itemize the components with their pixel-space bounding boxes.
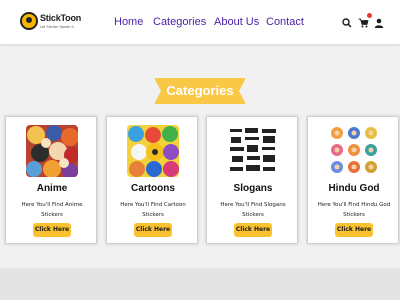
category-card-anime: Anime Here You'll Find Anime Stickers Cl… [5,116,97,244]
nav-link-contact[interactable]: Contact [266,16,304,28]
card-description: Here You'll Find Hindu God Stickers [317,202,391,218]
brand-logo[interactable]: StickToon Let Sticker Speak it [20,12,81,34]
cartoons-collage-image [127,125,179,177]
card-description: Here You'll Find Cartoon Stickers [120,202,186,218]
logo-mark-icon [20,12,38,30]
hindu-god-collage-image [328,125,380,177]
card-title: Slogans [233,183,273,194]
card-title: Hindu God [328,183,380,194]
category-card-cartoons: Cartoons Here You'll Find Cartoon Sticke… [106,116,198,244]
card-title: Anime [36,183,68,194]
categories-heading-ribbon: Categories [154,78,246,104]
nav-link-home[interactable]: Home [114,16,143,28]
card-description: Here You'll Find Anime Stickers [21,202,83,218]
category-card-slogans: Slogans Here You'll Find Slogans Sticker… [206,116,298,244]
click-here-button[interactable]: Click Here [33,223,71,237]
footer-strip [0,268,400,300]
search-icon[interactable] [340,16,354,30]
category-card-hindu-god: Hindu God Here You'll Find Hindu God Sti… [307,116,399,244]
anime-collage-image [26,125,78,177]
user-icon[interactable] [372,16,386,30]
card-title: Cartoons [131,183,175,194]
brand-name: StickToon [40,13,82,23]
click-here-button[interactable]: Click Here [335,223,373,237]
nav-link-categories[interactable]: Categories [153,16,206,28]
click-here-button[interactable]: Click Here [234,223,272,237]
nav-link-about-us[interactable]: About Us [214,16,259,28]
slogans-collage-image [227,125,279,177]
navbar: StickToon Let Sticker Speak it Home Cate… [0,0,400,44]
brand-tagline: Let Sticker Speak it [40,25,74,29]
section-heading: Categories [166,83,234,98]
cart-icon[interactable] [356,13,372,30]
card-description: Here You'll Find Slogans Stickers [220,202,286,218]
click-here-button[interactable]: Click Here [134,223,172,237]
